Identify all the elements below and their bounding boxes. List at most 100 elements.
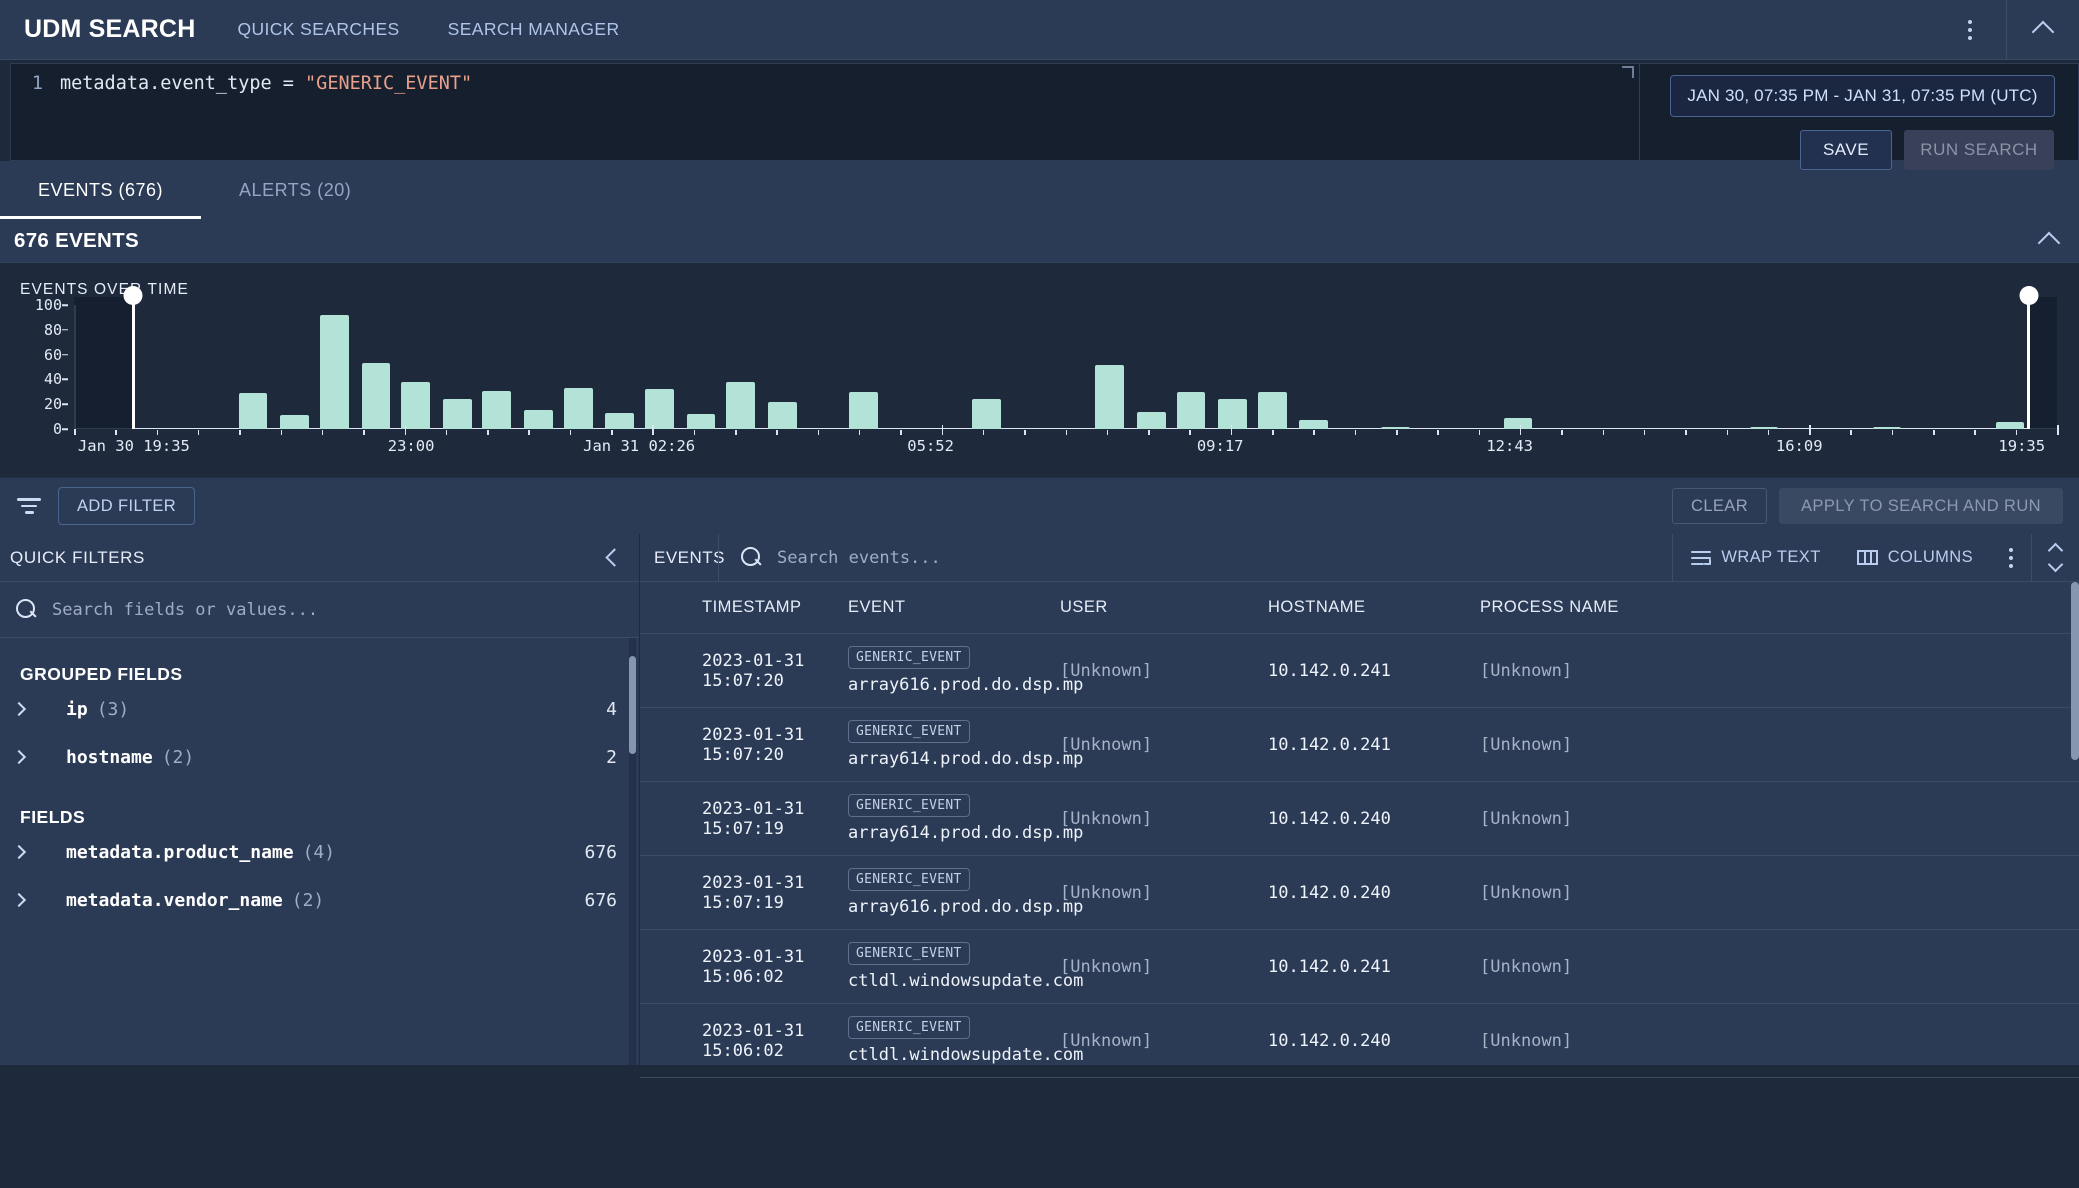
chevron-up-icon <box>2037 231 2061 255</box>
chart-bar[interactable] <box>442 399 472 429</box>
top-kebab-button[interactable] <box>1934 0 2006 59</box>
x-tick-mark <box>2015 430 2018 435</box>
quick-filter-field-row[interactable]: metadata.product_name (4) 676 <box>0 828 639 876</box>
line-number: 1 <box>31 73 43 94</box>
chart-bar[interactable] <box>1176 391 1206 429</box>
table-row[interactable]: 2023-01-31 15:06:02 GENERIC_EVENT ctldl.wi… <box>640 1003 2079 1078</box>
chart-bar[interactable] <box>524 410 553 429</box>
table-row[interactable]: 2023-01-31 15:07:20 GENERIC_EVENT array616… <box>640 633 2079 708</box>
x-tick-mark <box>115 430 117 435</box>
more-vertical-icon <box>2009 547 2013 568</box>
cell-timestamp: 2023-01-31 15:07:20 <box>640 633 848 708</box>
collapse-header-button[interactable] <box>2007 0 2079 59</box>
x-tick-mark <box>611 430 613 435</box>
x-tick-mark <box>1106 430 1109 435</box>
chart-bar[interactable] <box>726 381 756 429</box>
apply-to-search-and-run-button[interactable]: APPLY TO SEARCH AND RUN <box>1779 488 2063 524</box>
search-fields-input[interactable] <box>52 599 629 620</box>
events-kebab-button[interactable] <box>1991 547 2031 568</box>
x-tick-mark <box>569 430 572 435</box>
chart-bar[interactable] <box>972 399 1002 429</box>
cell-timestamp: 2023-01-31 15:06:02 <box>640 929 848 1004</box>
field-name: metadata.product_name <box>66 841 294 863</box>
columns-icon <box>1856 550 1878 565</box>
selection-shade-right <box>2027 297 2057 429</box>
column-header[interactable]: USER <box>1060 582 1268 634</box>
chart-bar[interactable] <box>605 412 635 429</box>
column-header[interactable]: EVENT <box>848 582 1060 634</box>
wrap-text-button[interactable]: WRAP TEXT <box>1673 548 1838 567</box>
chart-bar[interactable] <box>319 314 349 429</box>
query-input[interactable]: 1 metadata.event_type = "GENERIC_EVENT" <box>10 63 1640 161</box>
nav-quick-searches[interactable]: QUICK SEARCHES <box>237 19 399 40</box>
events-search[interactable] <box>719 546 1672 569</box>
column-header[interactable]: HOSTNAME <box>1268 582 1480 634</box>
x-tick-mark <box>1767 430 1770 435</box>
table-row[interactable]: 2023-01-31 15:07:19 GENERIC_EVENT array614… <box>640 781 2079 856</box>
filter-icon[interactable] <box>14 498 44 514</box>
chart-bar[interactable] <box>1136 411 1166 429</box>
x-tick-mark <box>817 430 820 435</box>
x-tick-label: 23:00 <box>387 437 435 455</box>
cell-process-name: [Unknown] <box>1480 929 2079 1004</box>
run-search-button[interactable]: RUN SEARCH <box>1904 130 2054 170</box>
chart-bar[interactable] <box>238 393 268 429</box>
chart-bar[interactable] <box>280 415 309 429</box>
chart-bar[interactable] <box>849 391 879 429</box>
x-tick-mark <box>1643 430 1646 435</box>
range-handle-start[interactable] <box>123 286 143 429</box>
quick-filter-field-row[interactable]: metadata.vendor_name (2) 676 <box>0 876 639 924</box>
chart-bar[interactable] <box>1257 391 1287 429</box>
chart-bar[interactable] <box>768 401 797 429</box>
chart-bar[interactable] <box>361 363 391 429</box>
table-row[interactable]: 2023-01-31 15:06:02 GENERIC_EVENT ctldl.wi… <box>640 929 2079 1004</box>
table-row[interactable]: 2023-01-31 15:07:19 GENERIC_EVENT array616… <box>640 855 2079 930</box>
quick-filters-search[interactable] <box>0 582 639 638</box>
search-events-input[interactable] <box>777 547 1616 568</box>
cell-process-name: [Unknown] <box>1480 855 2079 930</box>
chart-bar[interactable] <box>482 390 512 429</box>
chart-bar[interactable] <box>563 388 593 429</box>
tab-events[interactable]: EVENTS (676) <box>0 161 202 219</box>
quick-filters-scrollbar-thumb[interactable] <box>629 656 636 754</box>
events-table-scrollbar-thumb[interactable] <box>2071 582 2079 760</box>
chart-bar[interactable] <box>686 414 716 429</box>
save-button[interactable]: SAVE <box>1800 130 1892 170</box>
columns-button[interactable]: COLUMNS <box>1839 548 1991 567</box>
x-tick-mark <box>1396 430 1398 435</box>
query-text: metadata.event_type = "GENERIC_EVENT" <box>60 73 472 94</box>
panel-collapse-button[interactable] <box>2037 230 2061 255</box>
chevron-up-icon <box>2031 20 2055 44</box>
cell-user: [Unknown] <box>1060 929 1268 1004</box>
x-tick-mark <box>1313 430 1315 435</box>
chart-plot-area[interactable]: 0 20 40 60 80 100 Jan 30 19:35 23:00 Jan 31 02:… <box>35 286 2059 455</box>
date-range-picker[interactable]: JAN 30, 07:35 PM - JAN 31, 07:35 PM (UTC… <box>1670 75 2055 117</box>
column-header[interactable]: TIMESTAMP <box>640 582 848 634</box>
chart-bar[interactable] <box>1218 399 1247 429</box>
tab-alerts[interactable]: ALERTS (20) <box>201 161 389 219</box>
collapse-quick-filters-button[interactable] <box>605 548 624 567</box>
chart-bar[interactable] <box>645 389 674 429</box>
range-handle-knob <box>2019 286 2039 305</box>
event-target: array614.prod.do.dsp.mp <box>848 749 1084 769</box>
quick-filter-field-row[interactable]: hostname (2) 2 <box>0 733 639 781</box>
x-tick-mark <box>941 425 944 435</box>
nav-search-manager[interactable]: SEARCH MANAGER <box>448 19 620 40</box>
column-header[interactable]: PROCESS NAME <box>1480 582 2079 634</box>
clear-button[interactable]: CLEAR <box>1672 488 1768 524</box>
resize-handle-icon[interactable] <box>1622 66 1634 78</box>
wrap-text-icon <box>1691 550 1712 565</box>
quick-filter-field-row[interactable]: ip (3) 4 <box>0 685 639 733</box>
columns-label: COLUMNS <box>1887 548 1973 566</box>
x-tick-mark <box>239 430 241 435</box>
table-row[interactable]: 2023-01-31 15:07:20 GENERIC_EVENT array614… <box>640 707 2079 782</box>
chart-bar[interactable] <box>401 381 430 429</box>
add-filter-button[interactable]: ADD FILTER <box>58 487 196 525</box>
field-value-count: (2) <box>161 746 195 768</box>
chart-bar[interactable] <box>1095 364 1124 429</box>
expand-rows-button[interactable] <box>2032 542 2079 573</box>
range-handle-end[interactable] <box>2019 286 2039 429</box>
field-name: metadata.vendor_name <box>66 889 283 911</box>
y-tick-mark <box>62 428 68 430</box>
event-target: array614.prod.do.dsp.mp <box>848 823 1084 843</box>
